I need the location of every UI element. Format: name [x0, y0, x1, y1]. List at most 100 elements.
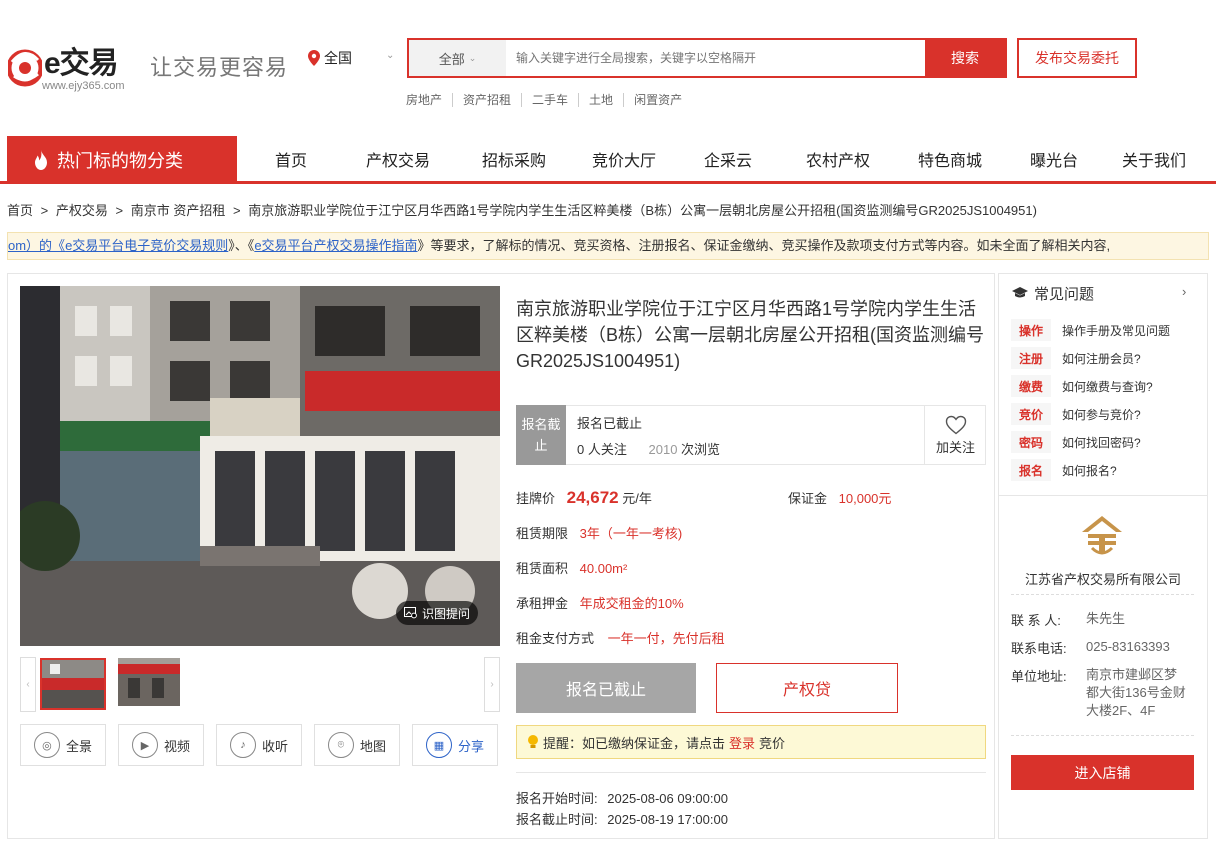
breadcrumb: 首页 > 产权交易 > 南京市 资产招租 > 南京旅游职业学院位于江宁区月华西路… [7, 200, 1037, 219]
thumb-next-arrow[interactable]: › [484, 657, 500, 712]
start-time-value: 2025-08-06 09:00:00 [607, 791, 728, 806]
listen-button[interactable]: ♪ 收听 [216, 724, 302, 766]
heart-icon [945, 415, 966, 434]
faq-item-operation[interactable]: 操作 操作手册及常见问题 [1011, 319, 1170, 341]
quick-link-used-car[interactable]: 二手车 [521, 93, 578, 107]
search-input[interactable] [506, 40, 925, 76]
hot-category-label: 热门标的物分类 [57, 151, 183, 171]
follow-button[interactable]: 加关注 [924, 405, 986, 465]
divider [516, 772, 986, 773]
divider [1011, 594, 1194, 595]
lightbulb-icon [528, 735, 538, 748]
nav-item-auction-hall[interactable]: 竞价大厅 [578, 147, 670, 171]
nav-item-rural[interactable]: 农村产权 [792, 147, 884, 171]
company-name[interactable]: 江苏省产权交易所有限公司 [999, 569, 1207, 588]
faq-item-register[interactable]: 注册 如何注册会员? [1011, 347, 1141, 369]
thumbnail[interactable] [118, 658, 184, 710]
quick-link-real-estate[interactable]: 房地产 [406, 93, 452, 107]
guide-link[interactable]: e交易平台产权交易操作指南 [254, 238, 417, 253]
faq-title: 常见问题 [1034, 285, 1095, 303]
image-search-icon [404, 607, 417, 619]
contact-person-value: 朱先生 [1086, 611, 1126, 626]
faq-item-password[interactable]: 密码 如何找回密码? [1011, 431, 1141, 453]
payment-row: 租金支付方式 一年一付，先付后租 [516, 628, 725, 647]
thumb-prev-arrow[interactable]: ‹ [20, 657, 36, 712]
faq-text: 如何参与竞价? [1062, 407, 1141, 422]
chevron-right-icon[interactable]: › [1182, 284, 1186, 299]
address-label: 单位地址: [1011, 669, 1067, 684]
image-qa-label: 识图提问 [422, 606, 471, 621]
search-button[interactable]: 搜索 [925, 40, 1005, 76]
rules-link[interactable]: e交易平台电子竞价交易规则 [65, 238, 228, 253]
term-row: 租赁期限 3年（一年一考核) [516, 523, 682, 542]
followers-label: 人关注 [587, 442, 627, 457]
search-category-select[interactable]: 全部 ⌄ [409, 40, 506, 76]
faq-text: 如何报名? [1062, 463, 1117, 478]
faq-text: 操作手册及常见问题 [1062, 323, 1171, 338]
map-button[interactable]: ⌾ 地图 [314, 724, 400, 766]
breadcrumb-home[interactable]: 首页 [7, 203, 33, 218]
video-button[interactable]: ▶ 视频 [118, 724, 204, 766]
price-unit: 元/年 [622, 491, 652, 506]
followers-count: 0 [577, 442, 585, 457]
status-tag: 报名截止 [516, 405, 566, 465]
publish-entrust-button[interactable]: 发布交易委托 [1017, 38, 1137, 78]
quick-link-land[interactable]: 土地 [578, 93, 623, 107]
enter-store-button[interactable]: 进入店铺 [1011, 755, 1194, 790]
chevron-down-icon[interactable]: ⌄ [386, 50, 394, 61]
map-pin-icon: ⌾ [327, 732, 354, 758]
faq-text: 如何缴费与查询? [1062, 379, 1153, 394]
faq-tag: 密码 [1011, 431, 1051, 453]
contact-phone-value: 025-83163393 [1086, 639, 1170, 654]
city-selector[interactable]: 全国 [308, 48, 352, 68]
image-qa-button[interactable]: 识图提问 [396, 601, 479, 625]
slogan: 让交易更容易 [150, 55, 289, 80]
share-label: 分享 [457, 738, 484, 754]
logo-text[interactable]: e交易 [44, 38, 119, 82]
start-time-row: 报名开始时间: 2025-08-06 09:00:00 [516, 788, 728, 807]
flame-icon [35, 150, 47, 170]
nav-item-home[interactable]: 首页 [260, 147, 322, 171]
notice-suffix: 》等要求，了解标的情况、竞买资格、注册报名、保证金缴纳、竞买操作及款项支付方式等… [417, 238, 1111, 253]
nav-item-about[interactable]: 关于我们 [1108, 147, 1200, 171]
status-text: 报名已截止 [577, 416, 643, 431]
divider [1011, 735, 1194, 736]
login-link[interactable]: 登录 [729, 733, 755, 752]
payment-value: 一年一付，先付后租 [607, 631, 725, 646]
share-button[interactable]: ▦ 分享 [412, 724, 498, 766]
faq-item-bidding[interactable]: 竞价 如何参与竞价? [1011, 403, 1141, 425]
hot-category-menu[interactable]: 热门标的物分类 [7, 136, 237, 184]
deposit-tip: 提醒：如已缴纳保证金，请点击 登录 竞价 [516, 725, 986, 759]
end-time-row: 报名截止时间: 2025-08-19 17:00:00 [516, 809, 728, 828]
nav-item-tender[interactable]: 招标采购 [468, 147, 560, 171]
company-logo-icon [1082, 516, 1122, 555]
area-value: 40.00m² [579, 561, 628, 576]
nav-item-exposure[interactable]: 曝光台 [1016, 147, 1092, 171]
breadcrumb-nanjing-rent[interactable]: 南京市 资产招租 [131, 203, 226, 218]
quick-link-asset-rent[interactable]: 资产招租 [452, 93, 521, 107]
nav-item-qicaiyun[interactable]: 企采云 [690, 147, 766, 171]
thumbnail[interactable] [40, 658, 106, 710]
property-photo[interactable] [20, 286, 500, 646]
notice-marquee: om）的《e交易平台电子竞价交易规则》、《e交易平台产权交易操作指南》等要求，了… [7, 232, 1209, 260]
faq-tag: 操作 [1011, 319, 1051, 341]
property-loan-button[interactable]: 产权贷 [716, 663, 898, 713]
nav-item-property[interactable]: 产权交易 [342, 147, 454, 171]
address-value: 南京市建邺区梦都大街136号金财大楼2F、4F [1086, 667, 1186, 718]
signup-closed-button[interactable]: 报名已截止 [516, 663, 696, 713]
panorama-label: 全景 [65, 738, 92, 754]
quick-link-idle-asset[interactable]: 闲置资产 [623, 93, 692, 107]
contact-person-label: 联 系 人: [1011, 613, 1061, 628]
nav-item-mall[interactable]: 特色商城 [904, 147, 996, 171]
qrcode-icon: ▦ [425, 732, 452, 758]
faq-item-signup[interactable]: 报名 如何报名? [1011, 459, 1117, 481]
panorama-button[interactable]: ◎ 全景 [20, 724, 106, 766]
search-category-label: 全部 [438, 51, 465, 67]
faq-header[interactable]: 常见问题 [1012, 283, 1197, 303]
faq-item-payment[interactable]: 缴费 如何缴费与查询? [1011, 375, 1153, 397]
notice-prefix-link[interactable]: om）的《 [8, 238, 65, 253]
address-row: 单位地址: 南京市建邺区梦都大街136号金财大楼2F、4F [1011, 666, 1194, 720]
contact-phone-row: 联系电话: 025-83163393 [1011, 638, 1170, 657]
breadcrumb-property[interactable]: 产权交易 [56, 203, 108, 218]
breadcrumb-separator: > [115, 203, 124, 218]
